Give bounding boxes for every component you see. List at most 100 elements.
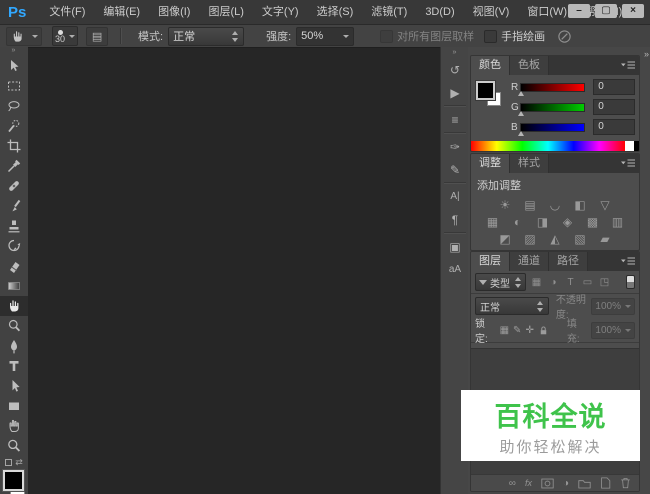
panel-menu-icon[interactable]: [620, 158, 636, 169]
gradient-tool[interactable]: [0, 276, 28, 296]
character-panel-icon[interactable]: A|: [441, 185, 469, 208]
link-layers-icon[interactable]: ∞: [509, 478, 516, 489]
type-tool[interactable]: [0, 356, 28, 376]
red-value-field[interactable]: 0: [593, 79, 636, 95]
channel-mixer-icon[interactable]: ▩: [585, 215, 601, 229]
filter-pixel-layers-icon[interactable]: ▦: [530, 277, 543, 288]
lock-position-icon[interactable]: ✛: [525, 325, 533, 336]
layer-style-fx-icon[interactable]: fx: [525, 478, 532, 488]
hand-tool[interactable]: [0, 416, 28, 436]
menu-type[interactable]: 文字(Y): [253, 0, 308, 24]
posterize-icon[interactable]: ▨: [522, 232, 538, 246]
brush-tool[interactable]: [0, 196, 28, 216]
crop-tool[interactable]: [0, 136, 28, 156]
strength-dropdown[interactable]: 50%: [296, 26, 355, 46]
dodge-tool[interactable]: [0, 316, 28, 336]
brush-panel-icon[interactable]: ✑: [441, 135, 469, 158]
menu-file[interactable]: 文件(F): [40, 0, 94, 24]
move-tool[interactable]: [0, 56, 28, 76]
rectangular-marquee-tool[interactable]: [0, 76, 28, 96]
collapse-toolbar-icon[interactable]: »: [0, 47, 28, 56]
menu-layer[interactable]: 图层(L): [199, 0, 252, 24]
brush-preset-picker[interactable]: 30: [52, 26, 79, 46]
white-swatch[interactable]: [625, 141, 634, 151]
tab-swatches[interactable]: 色板: [510, 56, 549, 75]
menu-filter[interactable]: 滤镜(T): [362, 0, 416, 24]
color-lookup-icon[interactable]: ▥: [610, 215, 626, 229]
finger-painting-checkbox[interactable]: [484, 29, 498, 43]
foreground-color-swatch[interactable]: [2, 469, 25, 492]
gradient-map-icon[interactable]: ▰: [597, 232, 613, 246]
rainbow-ramp[interactable]: [471, 141, 625, 151]
green-slider[interactable]: [517, 102, 586, 116]
layer-filter-type-dropdown[interactable]: 类型: [475, 273, 526, 291]
pen-tool[interactable]: [0, 336, 28, 356]
filter-adjustment-layers-icon[interactable]: ◑: [547, 277, 560, 288]
vibrance-icon[interactable]: ▽: [597, 198, 613, 212]
tool-preset-picker[interactable]: [6, 26, 42, 46]
menu-view[interactable]: 视图(V): [464, 0, 519, 24]
character-styles-panel-icon[interactable]: aA: [441, 258, 469, 281]
tab-channels[interactable]: 通道: [510, 252, 549, 271]
green-value-field[interactable]: 0: [593, 99, 636, 115]
panel-menu-icon[interactable]: [620, 60, 636, 71]
invert-icon[interactable]: ◩: [497, 232, 513, 246]
tab-styles[interactable]: 样式: [510, 154, 549, 173]
menu-image[interactable]: 图像(I): [149, 0, 199, 24]
clone-stamp-tool[interactable]: [0, 216, 28, 236]
brightness-contrast-icon[interactable]: ☀: [497, 198, 513, 212]
filter-type-layers-icon[interactable]: T: [564, 277, 577, 288]
default-colors-icon[interactable]: [5, 459, 13, 466]
spot-healing-brush-tool[interactable]: [0, 176, 28, 196]
tab-adjustments[interactable]: 调整: [471, 154, 510, 173]
tab-paths[interactable]: 路径: [549, 252, 588, 271]
pressure-toggle-icon[interactable]: [557, 29, 572, 44]
filter-smart-objects-icon[interactable]: ◳: [598, 277, 611, 288]
actions-panel-icon[interactable]: ▶: [441, 81, 469, 104]
black-swatch[interactable]: [634, 141, 639, 151]
filter-switch-icon[interactable]: [626, 275, 635, 289]
color-spectrum-ramp[interactable]: [471, 141, 639, 151]
blue-value-field[interactable]: 0: [593, 119, 636, 135]
close-button[interactable]: ×: [622, 4, 644, 18]
new-layer-icon[interactable]: [600, 477, 611, 489]
levels-icon[interactable]: ▤: [522, 198, 538, 212]
photo-filter-icon[interactable]: ◈: [560, 215, 576, 229]
slider-thumb-icon[interactable]: [517, 90, 524, 96]
blue-slider[interactable]: [517, 122, 586, 136]
foreground-color-swatch[interactable]: [475, 80, 496, 101]
swap-colors-icon[interactable]: ⇄: [15, 457, 23, 468]
lock-image-pixels-icon[interactable]: ✎: [513, 325, 521, 336]
eraser-tool[interactable]: [0, 256, 28, 276]
toggle-brush-panel-button[interactable]: ▤: [86, 26, 109, 46]
eyedropper-tool[interactable]: [0, 156, 28, 176]
smudge-tool[interactable]: [0, 296, 28, 316]
zoom-tool[interactable]: [0, 436, 28, 456]
menu-3d[interactable]: 3D(D): [416, 0, 463, 24]
path-selection-tool[interactable]: [0, 376, 28, 396]
history-brush-tool[interactable]: [0, 236, 28, 256]
new-group-icon[interactable]: [578, 478, 591, 489]
rectangle-tool[interactable]: [0, 396, 28, 416]
color-balance-icon[interactable]: ◐: [510, 215, 526, 229]
curves-icon[interactable]: ◡: [547, 198, 563, 212]
fill-field[interactable]: 100%: [591, 321, 635, 339]
sample-all-layers-checkbox[interactable]: [380, 29, 394, 43]
slider-thumb-icon[interactable]: [517, 110, 524, 116]
red-slider[interactable]: [517, 82, 586, 96]
minimize-button[interactable]: –: [568, 4, 590, 18]
add-layer-mask-icon[interactable]: [541, 478, 554, 489]
selective-color-icon[interactable]: ▧: [572, 232, 588, 246]
tab-layers[interactable]: 图层: [471, 252, 510, 271]
quick-selection-tool[interactable]: [0, 116, 28, 136]
collapse-panels-icon[interactable]: »: [644, 49, 649, 59]
delete-layer-icon[interactable]: [620, 477, 631, 489]
blend-mode-dropdown[interactable]: 正常: [475, 297, 549, 315]
slider-thumb-icon[interactable]: [517, 130, 524, 136]
lock-transparent-pixels-icon[interactable]: ▦: [500, 325, 509, 336]
paragraph-panel-icon[interactable]: ¶: [441, 208, 469, 231]
threshold-icon[interactable]: ◭: [547, 232, 563, 246]
black-white-icon[interactable]: ◨: [535, 215, 551, 229]
menu-edit[interactable]: 编辑(E): [94, 0, 149, 24]
properties-panel-icon[interactable]: ≡: [441, 108, 469, 131]
